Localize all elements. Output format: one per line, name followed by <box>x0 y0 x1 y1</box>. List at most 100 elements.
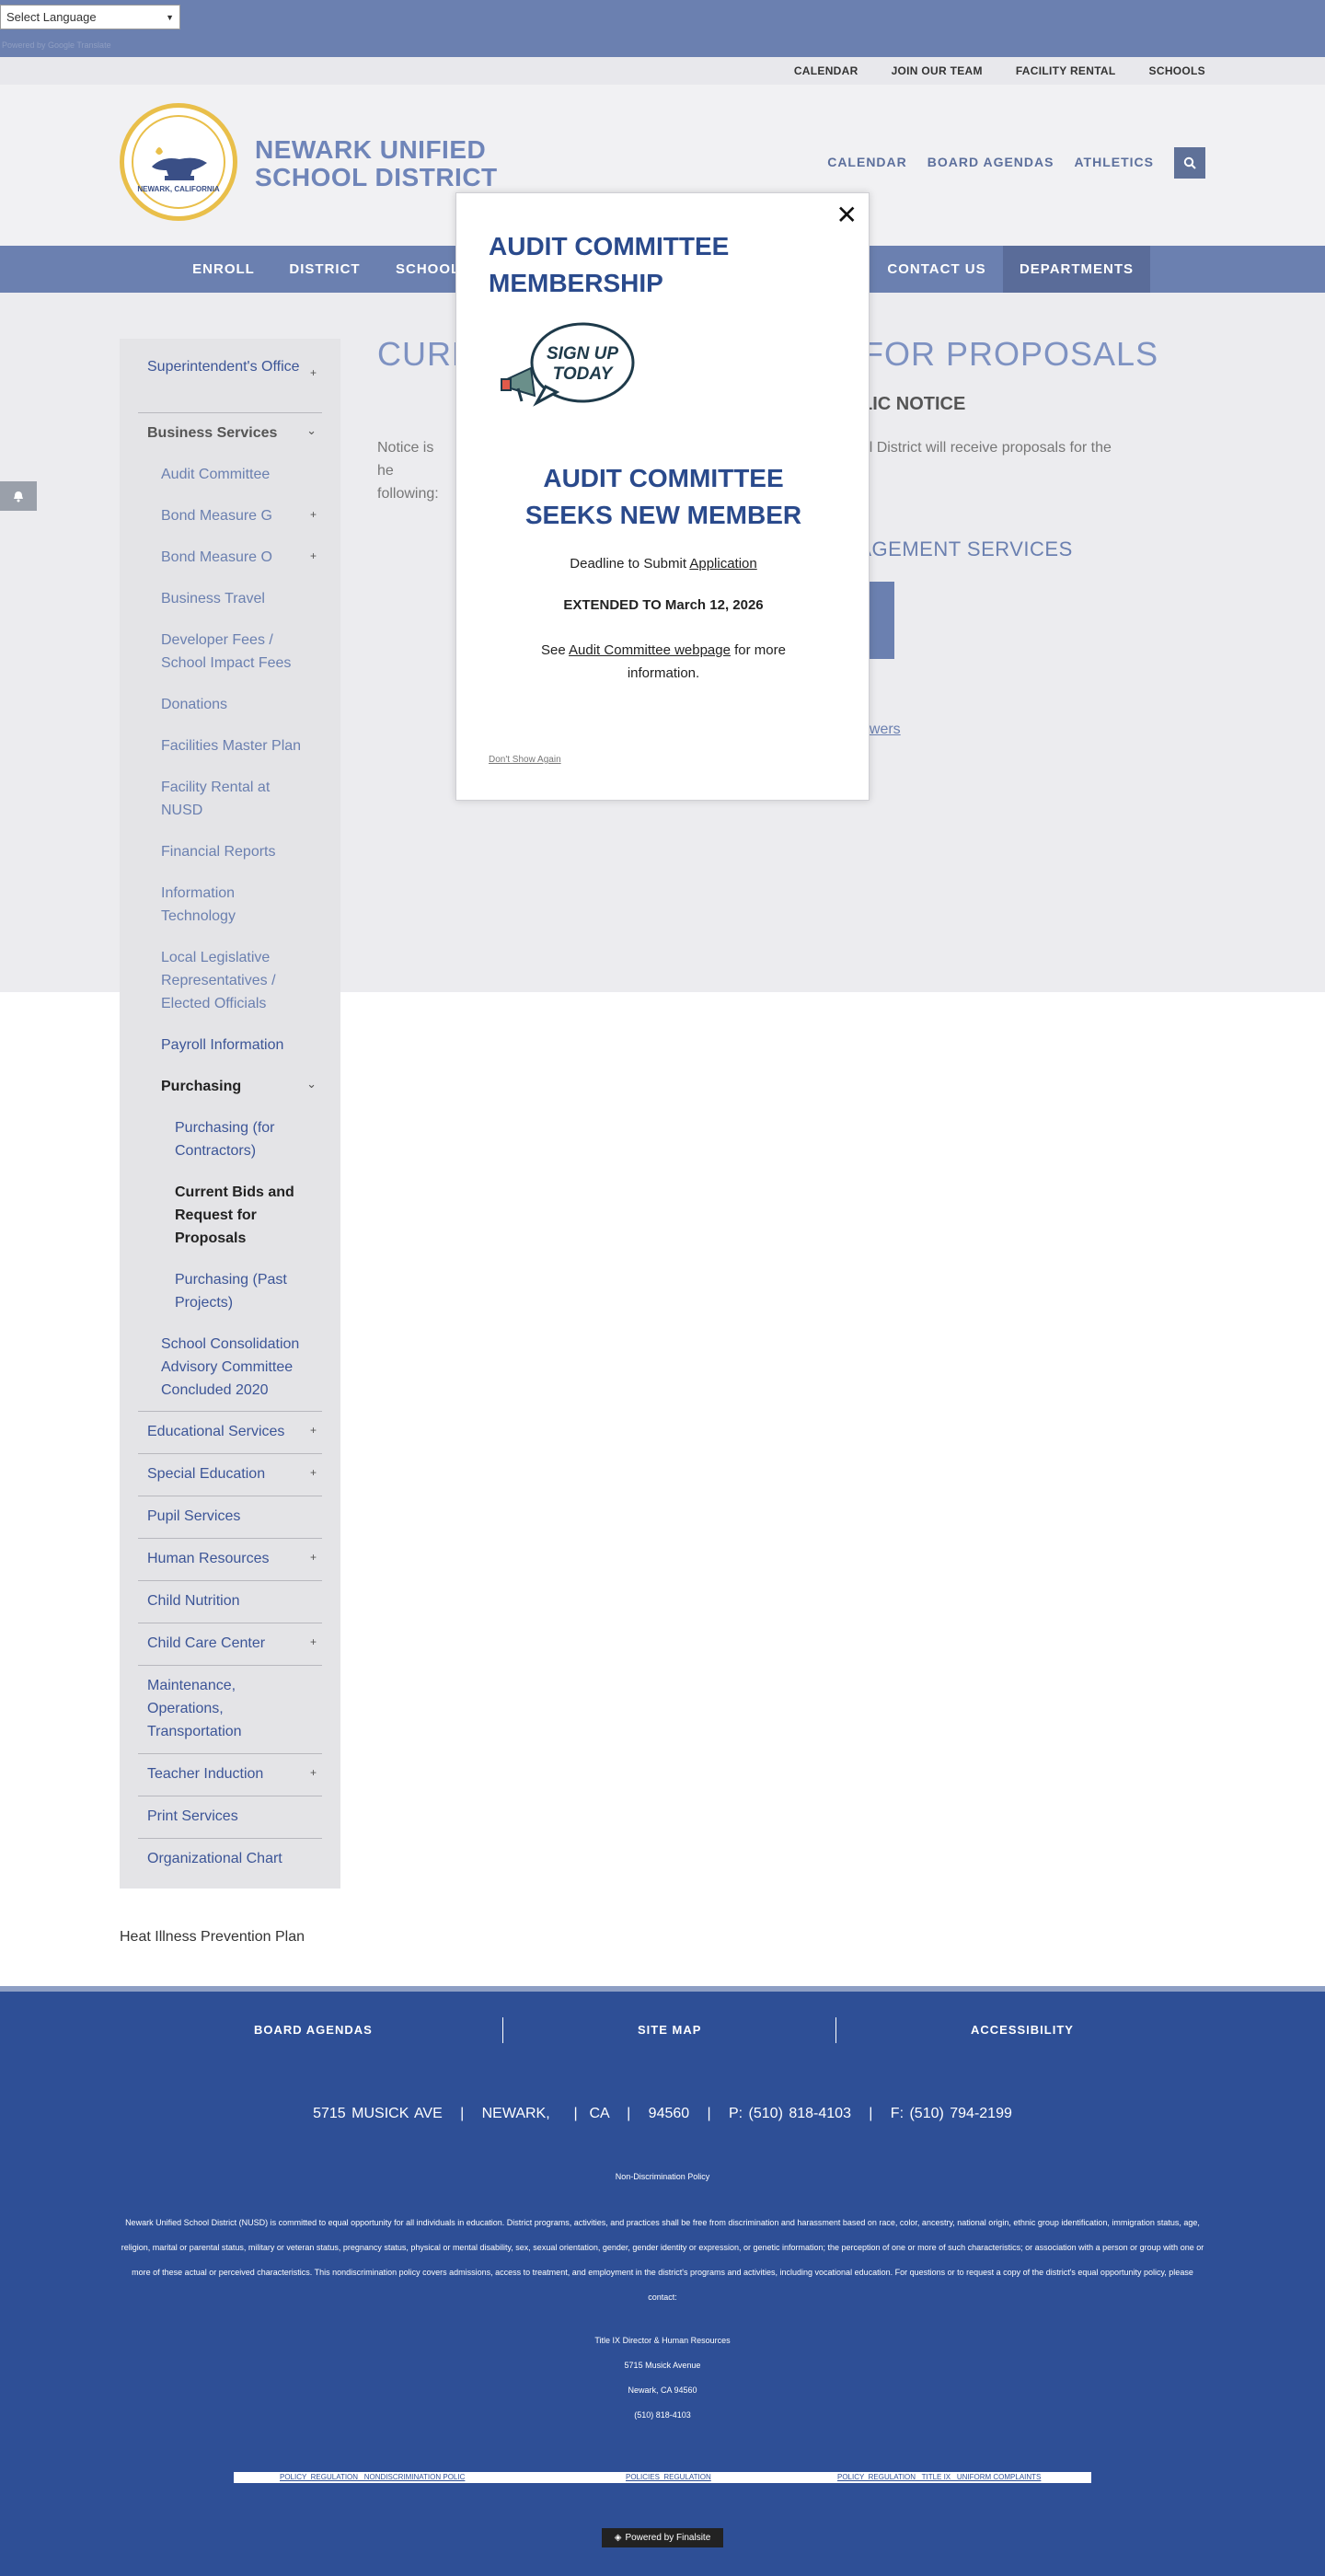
divider <box>138 1838 322 1839</box>
footer-link-accessibility[interactable]: ACCESSIBILITY <box>971 2023 1074 2037</box>
utility-bar: CALENDAR JOIN OUR TEAM FACILITY RENTAL S… <box>0 57 1325 85</box>
divider <box>138 1753 322 1754</box>
plus-icon[interactable]: + <box>310 1551 317 1564</box>
utility-link-join[interactable]: JOIN OUR TEAM <box>892 64 983 77</box>
plus-icon[interactable]: + <box>310 1424 317 1437</box>
nav-school[interactable]: SCHOOL <box>383 246 459 293</box>
dont-show-again-link[interactable]: Don't Show Again <box>489 755 561 765</box>
sidebar-item-payroll[interactable]: Payroll Information <box>161 1034 283 1057</box>
footer-link-site-map[interactable]: SITE MAP <box>638 2023 701 2037</box>
sidebar-item-school-consolidation[interactable]: School Consolidation Advisory Committee … <box>161 1333 317 1402</box>
header-link-athletics[interactable]: ATHLETICS <box>1074 155 1154 169</box>
divider <box>835 2017 836 2043</box>
modal-subtitle-line2: SEEKS NEW MEMBER <box>524 501 802 529</box>
footer-border <box>0 1986 1325 1992</box>
sidebar-item-maintenance[interactable]: Maintenance, Operations, Transportation <box>147 1674 285 1743</box>
policy-links-strip: POLICY REGULATION NONDISCRIMINATION POLI… <box>234 2472 1091 2483</box>
sidebar-item-information-technology[interactable]: Information Technology <box>161 882 299 928</box>
plus-icon[interactable]: + <box>310 508 317 521</box>
utility-link-facility-rental[interactable]: FACILITY RENTAL <box>1016 64 1116 77</box>
sidebar-item-teacher-induction[interactable]: Teacher Induction <box>147 1762 263 1785</box>
plus-icon[interactable]: + <box>310 366 317 379</box>
footer-address: 5715 MUSICK AVE | NEWARK, | CA | 94560 |… <box>313 2106 1012 2121</box>
language-select[interactable]: Select Language ▼ <box>0 5 180 29</box>
search-button[interactable] <box>1174 147 1205 179</box>
finalsite-label: Powered by Finalsite <box>625 2533 711 2543</box>
today-text: TODAY <box>553 364 615 384</box>
sidebar-item-child-nutrition[interactable]: Child Nutrition <box>147 1589 239 1612</box>
utility-link-calendar[interactable]: CALENDAR <box>794 64 858 77</box>
district-name-line1: NEWARK UNIFIED <box>255 135 487 164</box>
translate-bar <box>0 0 1325 57</box>
sidebar-item-donations[interactable]: Donations <box>161 693 227 716</box>
close-icon[interactable]: ✕ <box>836 202 858 228</box>
sidebar-item-educational-services[interactable]: Educational Services <box>147 1420 284 1443</box>
sidebar-item-facility-rental[interactable]: Facility Rental at NUSD <box>161 776 299 822</box>
sidebar-item-child-care-center[interactable]: Child Care Center <box>147 1632 265 1655</box>
sidebar-item-facilities-master-plan[interactable]: Facilities Master Plan <box>161 734 301 757</box>
title-ix-line: Title IX Director & Human Resources <box>594 2336 731 2345</box>
deadline-text: Deadline to Submit Application <box>456 556 870 572</box>
sidebar-item-current-bids[interactable]: Current Bids and Request for Proposals <box>175 1181 313 1250</box>
divider <box>138 1665 322 1666</box>
header-link-board-agendas[interactable]: BOARD AGENDAS <box>928 155 1054 169</box>
nav-enroll[interactable]: ENROLL <box>175 246 272 293</box>
divider <box>502 2017 503 2043</box>
sidebar-item-purchasing-past[interactable]: Purchasing (Past Projects) <box>175 1268 313 1314</box>
chevron-down-icon[interactable]: ⌄ <box>306 1077 317 1092</box>
header-link-calendar[interactable]: CALENDAR <box>827 155 907 169</box>
sidebar-item-business-services[interactable]: Business Services <box>147 422 277 445</box>
sidebar-item-audit-committee[interactable]: Audit Committee <box>161 463 270 486</box>
page-title-right: FOR PROPOSALS <box>863 335 1159 373</box>
sidebar-item-pupil-services[interactable]: Pupil Services <box>147 1505 240 1528</box>
divider <box>138 1453 322 1454</box>
district-seal-logo[interactable]: NEWARK, CALIFORNIA <box>120 103 237 221</box>
policy-link-nondiscrimination[interactable]: POLICY REGULATION NONDISCRIMINATION POLI… <box>280 2472 465 2483</box>
audit-committee-webpage-link[interactable]: Audit Committee webpage <box>569 642 731 658</box>
heat-illness-link[interactable]: Heat Illness Prevention Plan <box>120 1929 305 1946</box>
nav-district[interactable]: DISTRICT <box>274 246 375 293</box>
policy-link-title-ix[interactable]: POLICY REGULATION TITLE IX UNIFORM COMPL… <box>837 2472 1041 2483</box>
megaphone-icon <box>501 366 536 402</box>
district-name[interactable]: NEWARK UNIFIED SCHOOL DISTRICT <box>255 136 498 191</box>
sidebar-item-developer-fees[interactable]: Developer Fees / School Impact Fees <box>161 629 308 675</box>
sidebar-item-business-travel[interactable]: Business Travel <box>161 587 265 610</box>
divider <box>138 412 322 413</box>
plus-icon[interactable]: + <box>310 1766 317 1779</box>
powered-by-google: Powered by Google Translate <box>2 40 111 50</box>
chevron-down-icon[interactable]: ⌄ <box>306 423 317 438</box>
language-select-label: Select Language <box>6 10 97 24</box>
application-link[interactable]: Application <box>689 556 756 572</box>
plus-icon[interactable]: + <box>310 1635 317 1648</box>
sidebar-item-superintendent[interactable]: Superintendent's Office <box>147 355 304 378</box>
sidebar-item-human-resources[interactable]: Human Resources <box>147 1547 270 1570</box>
sidebar-item-purchasing-contractors[interactable]: Purchasing (for Contractors) <box>175 1116 313 1162</box>
utility-link-schools[interactable]: SCHOOLS <box>1149 64 1205 77</box>
notification-tab[interactable] <box>0 481 37 511</box>
sidebar-item-local-legislative[interactable]: Local Legislative Representatives / Elec… <box>161 946 299 1015</box>
title-ix-line: Newark, CA 94560 <box>628 2385 697 2395</box>
policy-link-policies[interactable]: POLICIES REGULATION <box>626 2472 711 2483</box>
notice-heading: LIC NOTICE <box>861 394 966 414</box>
plus-icon[interactable]: + <box>310 1466 317 1479</box>
sidebar-item-purchasing[interactable]: Purchasing <box>161 1075 241 1098</box>
sidebar-item-special-education[interactable]: Special Education <box>147 1462 265 1485</box>
nav-contact-us[interactable]: CONTACT US <box>872 246 1001 293</box>
finalsite-badge[interactable]: ◈ Powered by Finalsite <box>602 2528 723 2547</box>
plus-icon[interactable]: + <box>310 549 317 562</box>
district-name-line2: SCHOOL DISTRICT <box>255 163 498 191</box>
title-ix-line: 5715 Musick Avenue <box>624 2361 701 2370</box>
sidebar-item-financial-reports[interactable]: Financial Reports <box>161 840 276 863</box>
sidebar-item-print-services[interactable]: Print Services <box>147 1805 238 1828</box>
finalsite-icon: ◈ <box>614 2533 622 2543</box>
nav-departments[interactable]: DEPARTMENTS <box>1003 246 1150 293</box>
seal-text: NEWARK, CALIFORNIA <box>137 185 220 193</box>
nondiscrimination-title: Non-Discrimination Policy <box>615 2172 710 2181</box>
sidebar-item-organizational-chart[interactable]: Organizational Chart <box>147 1847 282 1870</box>
divider <box>138 1580 322 1581</box>
sidebar-item-bond-g[interactable]: Bond Measure G <box>161 504 272 527</box>
sidebar-item-bond-o[interactable]: Bond Measure O <box>161 546 272 569</box>
chevron-down-icon: ▼ <box>166 12 174 22</box>
title-ix-contact: Title IX Director & Human Resources 5715… <box>0 2328 1325 2428</box>
footer-link-board-agendas[interactable]: BOARD AGENDAS <box>254 2023 373 2037</box>
